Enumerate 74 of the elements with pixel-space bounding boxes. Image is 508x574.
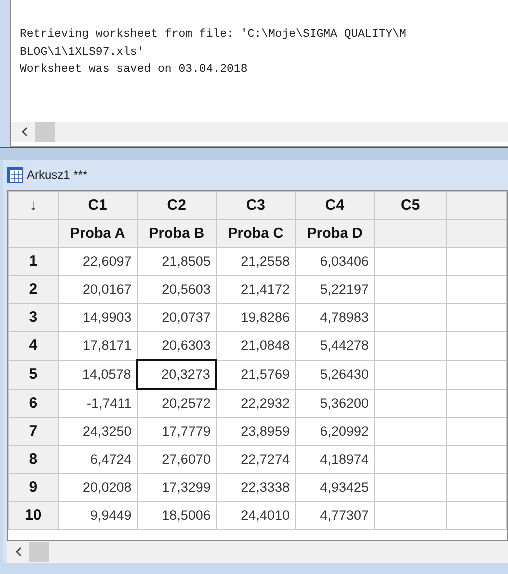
horizontal-scrollbar[interactable] [7,541,508,563]
column-header[interactable]: C2 [137,192,216,220]
table-cell[interactable]: 21,2558 [216,248,296,276]
column-header[interactable] [446,192,506,220]
column-header[interactable]: C1 [58,192,138,220]
scroll-thumb[interactable] [35,122,55,142]
scroll-left-icon[interactable] [15,547,23,557]
table-cell[interactable]: 17,7779 [137,418,216,446]
table-cell[interactable]: 20,0167 [58,276,138,304]
table-cell[interactable]: 22,2932 [216,389,296,418]
table-cell[interactable]: 6,4724 [58,446,138,474]
table-cell[interactable]: 14,9903 [58,304,138,332]
table-cell[interactable]: 14,0578 [58,360,138,389]
table-cell[interactable]: 18,5006 [137,502,216,530]
session-output-line: Worksheet was saved on 03.04.2018 [20,62,249,78]
column-name-cell[interactable]: Proba B [137,220,216,248]
column-header[interactable]: C3 [216,192,296,220]
table-cell[interactable]: 17,8171 [58,332,138,360]
pane-splitter[interactable] [0,147,508,160]
table-cell[interactable]: 20,5603 [137,276,216,304]
table-cell[interactable]: 22,6097 [58,248,138,276]
table-cell[interactable]: 5,36200 [295,389,375,418]
table-cell[interactable]: 27,6070 [137,446,216,474]
row-header[interactable]: 5 [8,360,58,389]
table-cell[interactable]: 5,26430 [295,360,375,389]
table-cell[interactable]: 24,4010 [216,502,296,530]
session-output-line: BLOG\1\1XLS97.xls' [20,44,146,60]
row-header[interactable]: 9 [8,474,58,502]
row-header[interactable]: 4 [8,332,58,360]
column-header[interactable]: C5 [374,192,447,220]
row-header[interactable]: 7 [8,418,58,446]
table-cell[interactable]: 21,4172 [216,276,296,304]
table-cell[interactable]: 20,0737 [137,304,216,332]
column-direction-header[interactable]: ↓ [8,192,58,220]
table-cell[interactable]: 24,3250 [58,418,138,446]
table-cell[interactable]: 21,0848 [216,332,296,360]
table-cell[interactable]: 6,20992 [295,418,375,446]
row-header[interactable]: 10 [8,502,58,530]
table-cell[interactable]: 9,9449 [58,502,138,530]
table-cell[interactable]: -1,7411 [58,389,138,418]
session-output-line: Retrieving worksheet from file: 'C:\Moje\SIGMA QUALITY\M [20,27,408,43]
horizontal-scrollbar[interactable] [11,122,508,142]
column-header[interactable]: C4 [295,192,375,220]
table-cell[interactable]: 20,0208 [58,474,138,502]
table-cell[interactable]: 6,03406 [295,248,375,276]
row-header[interactable]: 1 [8,248,58,276]
table-cell[interactable]: 4,77307 [295,502,375,530]
row-header[interactable]: 3 [8,304,58,332]
column-name-cell[interactable]: Proba D [295,220,375,248]
table-cell[interactable]: 5,22197 [295,276,375,304]
table-cell[interactable]: 4,78983 [295,304,375,332]
column-name-cell[interactable]: Proba A [58,220,138,248]
table-cell[interactable]: 19,8286 [216,304,296,332]
worksheet-grid-icon [7,167,23,183]
table-cell[interactable]: 5,44278 [295,332,375,360]
row-header[interactable]: 8 [8,446,58,474]
column-name-cell[interactable]: Proba C [216,220,296,248]
table-cell[interactable]: 21,5769 [216,360,296,389]
table-cell[interactable]: 20,3273 [137,360,216,389]
table-cell[interactable]: 17,3299 [137,474,216,502]
column-name-cell[interactable] [374,220,447,248]
worksheet-title: Arkusz1 *** [27,168,88,182]
table-cell[interactable]: 22,3338 [216,474,296,502]
scroll-left-icon[interactable] [21,127,29,137]
table-cell[interactable]: 20,6303 [137,332,216,360]
table-cell[interactable]: 22,7274 [216,446,296,474]
scroll-thumb[interactable] [29,542,49,562]
table-cell[interactable]: 20,2572 [137,389,216,418]
table-cell[interactable]: 4,93425 [295,474,375,502]
row-header[interactable]: 6 [8,389,58,418]
table-cell[interactable]: 4,18974 [295,446,375,474]
row-header[interactable]: 2 [8,276,58,304]
table-cell[interactable]: 21,8505 [137,248,216,276]
table-cell[interactable]: 23,8959 [216,418,296,446]
